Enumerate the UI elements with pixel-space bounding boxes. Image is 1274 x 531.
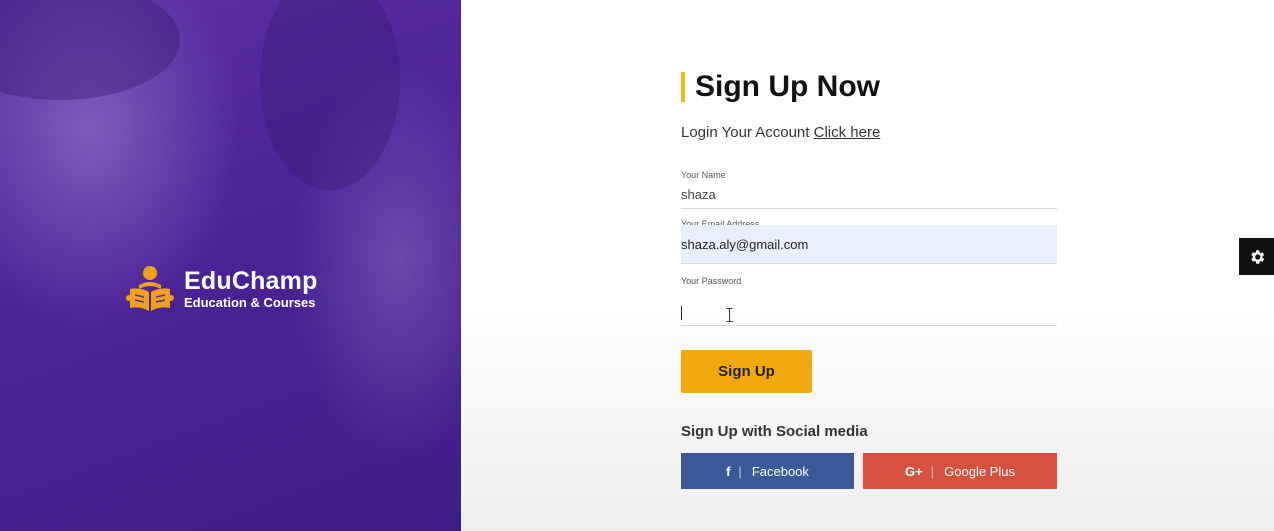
signup-panel: Sign Up Now Login Your Account Click her… — [461, 0, 1274, 531]
signup-button[interactable]: Sign Up — [681, 350, 812, 393]
settings-button[interactable] — [1239, 238, 1274, 275]
name-label: Your Name — [681, 170, 726, 180]
title-rest: Now — [808, 70, 880, 103]
hero-panel: EduChamp Education & Courses — [0, 0, 461, 531]
email-field: Your Email Address — [681, 219, 1057, 264]
email-input[interactable] — [681, 225, 1057, 263]
password-field: Your Password — [681, 276, 1057, 326]
facebook-button[interactable]: f | Facebook — [681, 453, 854, 489]
text-caret — [681, 306, 682, 320]
login-prompt-line: Login Your Account Click here — [681, 124, 1057, 142]
name-field: Your Name — [681, 170, 1057, 209]
brand-name: EduChamp — [184, 267, 318, 295]
gear-icon — [1250, 249, 1264, 264]
login-link[interactable]: Click here — [814, 124, 881, 141]
login-prompt: Login Your Account — [681, 124, 814, 141]
reader-logo-icon — [126, 266, 174, 311]
password-label: Your Password — [681, 276, 742, 286]
facebook-icon: f — [726, 463, 731, 479]
page-title: Sign Up Now — [681, 70, 1057, 104]
brand-tagline: Education & Courses — [184, 295, 316, 310]
facebook-label: Facebook — [751, 463, 809, 479]
facebook-separator: | — [738, 463, 742, 479]
name-input[interactable] — [681, 181, 1057, 208]
social-buttons: f | Facebook G+ | Google Plus — [681, 453, 1057, 489]
social-title: Sign Up with Social media — [681, 423, 868, 440]
ibeam-cursor-icon — [726, 308, 733, 322]
google-separator: | — [930, 463, 935, 479]
signup-form: Sign Up Now Login Your Account Click her… — [681, 70, 1057, 489]
google-plus-button[interactable]: G+ | Google Plus — [863, 453, 1057, 489]
google-plus-icon: G+ — [905, 463, 923, 479]
password-input[interactable] — [681, 287, 1057, 325]
brand: EduChamp Education & Courses — [126, 265, 318, 313]
title-bold: Sign Up — [695, 70, 809, 103]
google-plus-label: Google Plus — [944, 463, 1015, 479]
